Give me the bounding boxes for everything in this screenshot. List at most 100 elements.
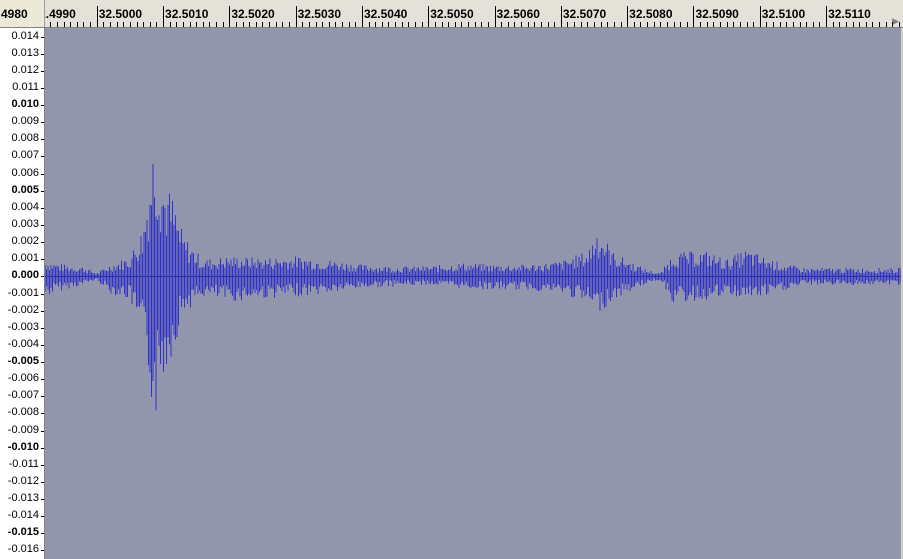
ruler-minor-tick bbox=[262, 22, 264, 27]
ruler-minor-tick bbox=[839, 22, 841, 27]
ruler-minor-tick bbox=[852, 22, 854, 27]
ruler-minor-tick bbox=[63, 22, 65, 27]
amplitude-label: -0.012 bbox=[7, 474, 39, 487]
ruler-label: 32.5100 bbox=[761, 7, 806, 21]
ruler-minor-tick bbox=[865, 22, 867, 27]
ruler-minor-tick bbox=[673, 22, 675, 27]
amplitude-label: 0.007 bbox=[11, 149, 39, 162]
ruler-minor-tick bbox=[540, 22, 542, 27]
ruler-label: 32.5080 bbox=[629, 7, 673, 21]
ruler-minor-tick bbox=[209, 22, 211, 27]
ruler-minor-tick bbox=[96, 22, 98, 27]
amplitude-tick bbox=[41, 430, 44, 432]
amplitude-tick bbox=[41, 122, 44, 124]
ruler-minor-tick bbox=[567, 22, 569, 27]
ruler-minor-tick bbox=[494, 22, 496, 27]
ruler-minor-tick bbox=[302, 22, 304, 27]
ruler-minor-tick bbox=[514, 22, 516, 27]
ruler-minor-tick bbox=[693, 22, 695, 27]
amplitude-tick bbox=[41, 413, 44, 415]
ruler-corner-label: 4980 bbox=[1, 7, 28, 21]
amplitude-label: 0.014 bbox=[11, 29, 39, 42]
amplitude-tick bbox=[41, 173, 44, 175]
ruler-minor-tick bbox=[554, 22, 556, 27]
amplitude-label: -0.001 bbox=[7, 286, 39, 299]
amplitude-tick bbox=[41, 36, 44, 38]
ruler-label: 32.5110 bbox=[828, 7, 871, 21]
ruler-minor-tick bbox=[653, 22, 655, 27]
amplitude-axis: 0.014 0.013 0.012 0.011 0.010 0.009 0.008 0.007… bbox=[0, 28, 45, 559]
ruler-minor-tick bbox=[56, 22, 58, 27]
ruler-minor-tick bbox=[633, 22, 635, 27]
ruler-minor-tick bbox=[620, 22, 622, 27]
ruler-minor-tick bbox=[169, 22, 171, 27]
ruler-minor-tick bbox=[507, 22, 509, 27]
ruler-minor-tick bbox=[666, 22, 668, 27]
ruler-minor-tick bbox=[235, 22, 237, 27]
ruler-minor-tick bbox=[786, 22, 788, 27]
ruler-minor-tick bbox=[759, 22, 761, 27]
ruler-minor-tick bbox=[83, 22, 85, 27]
ruler-minor-tick bbox=[799, 22, 801, 27]
ruler-minor-tick bbox=[328, 22, 330, 27]
timeline-ruler[interactable]: 4980 32.4990 32.5000 32.5010 32.5020 32.5030… bbox=[0, 0, 903, 28]
ruler-minor-tick bbox=[182, 22, 184, 27]
amplitude-label: 0.006 bbox=[11, 166, 39, 179]
ruler-minor-tick bbox=[766, 22, 768, 27]
ruler-minor-tick bbox=[819, 22, 821, 27]
ruler-minor-tick bbox=[368, 22, 370, 27]
ruler-minor-tick bbox=[335, 22, 337, 27]
ruler-minor-tick bbox=[713, 22, 715, 27]
amplitude-label: 0.008 bbox=[11, 132, 39, 145]
ruler-minor-tick bbox=[401, 22, 403, 27]
amplitude-label: 0.002 bbox=[11, 235, 39, 248]
ruler-label: 32.5070 bbox=[562, 7, 607, 21]
amplitude-tick bbox=[41, 190, 44, 192]
amplitude-label: 0.001 bbox=[11, 252, 39, 265]
ruler-minor-tick bbox=[700, 22, 702, 27]
ruler-minor-tick bbox=[116, 22, 118, 27]
ruler-minor-tick bbox=[580, 22, 582, 27]
ruler-minor-tick bbox=[859, 22, 861, 27]
ruler-minor-tick bbox=[176, 22, 178, 27]
ruler-minor-tick bbox=[156, 22, 158, 27]
ruler-minor-tick bbox=[474, 22, 476, 27]
ruler-minor-tick bbox=[76, 22, 78, 27]
ruler-label: 32.5020 bbox=[231, 7, 275, 21]
ruler-minor-tick bbox=[899, 22, 900, 27]
ruler-minor-tick bbox=[322, 22, 324, 27]
amplitude-tick bbox=[41, 207, 44, 209]
ruler-minor-tick bbox=[50, 22, 52, 27]
ruler-minor-tick bbox=[706, 22, 708, 27]
ruler-minor-tick bbox=[149, 22, 151, 27]
amplitude-label: 0.003 bbox=[11, 217, 39, 230]
ruler-minor-tick bbox=[90, 22, 92, 27]
amplitude-label: -0.009 bbox=[7, 423, 39, 436]
amplitude-tick bbox=[41, 242, 44, 244]
ruler-minor-tick bbox=[574, 22, 576, 27]
ruler-minor-tick bbox=[342, 22, 344, 27]
waveform-track[interactable] bbox=[45, 28, 901, 559]
ruler-minor-tick bbox=[315, 22, 317, 27]
amplitude-label: -0.007 bbox=[7, 389, 39, 402]
ruler-minor-tick bbox=[434, 22, 436, 27]
ruler-minor-tick bbox=[441, 22, 443, 27]
ruler-minor-tick bbox=[487, 22, 489, 27]
amplitude-tick bbox=[41, 362, 44, 364]
amplitude-label: 0.009 bbox=[11, 115, 39, 128]
ruler-minor-tick bbox=[521, 22, 523, 27]
amplitude-label: 0.012 bbox=[11, 63, 39, 76]
ruler-minor-tick bbox=[123, 22, 125, 27]
amplitude-tick bbox=[41, 550, 44, 552]
ruler-label: 32.5060 bbox=[496, 7, 540, 21]
ruler-minor-tick bbox=[587, 22, 589, 27]
amplitude-tick bbox=[41, 447, 44, 449]
ruler-minor-tick bbox=[792, 22, 794, 27]
ruler-minor-tick bbox=[481, 22, 483, 27]
amplitude-label: -0.003 bbox=[7, 320, 39, 333]
amplitude-label: -0.014 bbox=[7, 509, 39, 522]
amplitude-label: -0.010 bbox=[7, 440, 39, 453]
amplitude-label: -0.002 bbox=[7, 303, 39, 316]
amplitude-label: -0.006 bbox=[7, 372, 39, 385]
amplitude-tick bbox=[41, 533, 44, 535]
